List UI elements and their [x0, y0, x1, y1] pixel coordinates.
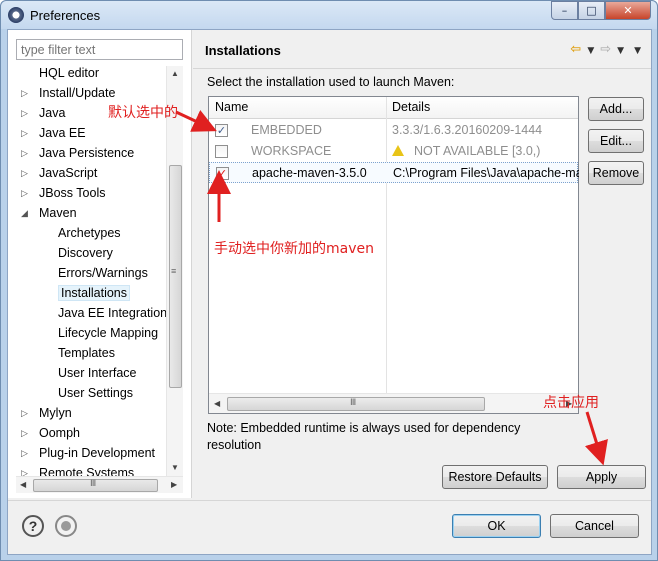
arrow-to-apply-button — [584, 411, 608, 466]
annotation-manual-select: 手动选中你新加的maven — [214, 241, 374, 257]
annotation-arrows — [175, 110, 608, 466]
annotation-click-apply: 点击应用 — [543, 395, 599, 411]
annotation-default-selected: 默认选中的 — [108, 105, 178, 121]
arrow-to-embedded-checkbox — [175, 110, 217, 132]
